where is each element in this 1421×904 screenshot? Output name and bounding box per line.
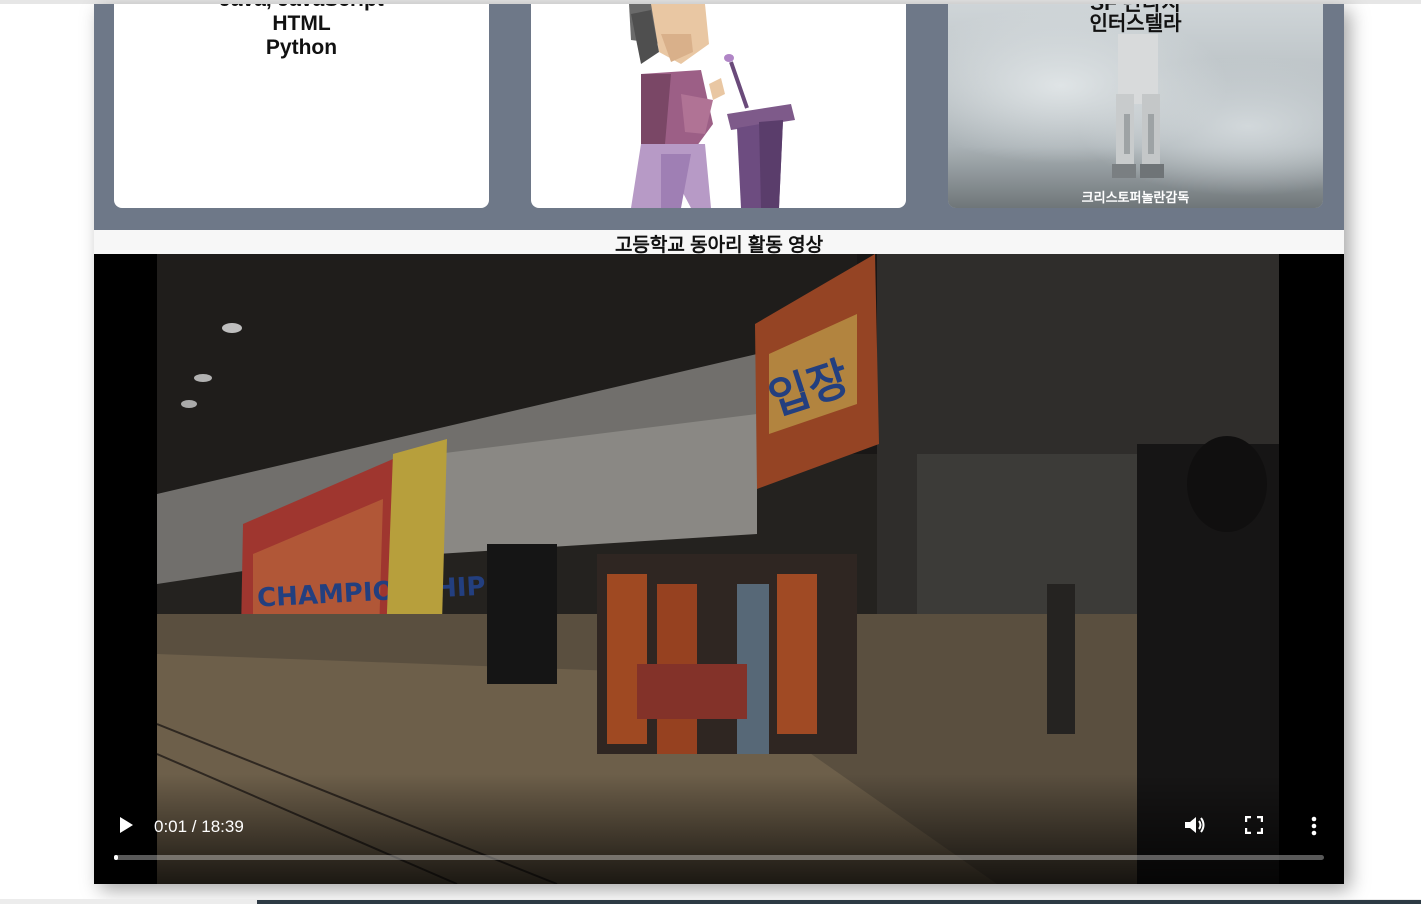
time-display: 0:01 / 18:39 bbox=[154, 817, 244, 836]
volume-icon[interactable] bbox=[1184, 815, 1206, 835]
more-options-icon[interactable] bbox=[1306, 815, 1322, 837]
progress-bar[interactable] bbox=[114, 855, 1324, 860]
fullscreen-icon[interactable] bbox=[1245, 816, 1263, 834]
bottom-bar bbox=[257, 900, 1421, 904]
video-title: 고등학교 동아리 활동 영상 bbox=[614, 235, 824, 256]
interstellar-card[interactable]: SF 판타지 인터스텔라 크리스토퍼놀란감독 bbox=[948, 4, 1323, 208]
card-band: Java, JavaScript HTML Python bbox=[94, 4, 1344, 230]
speaker-illustration bbox=[629, 4, 795, 208]
skills-line: Java, JavaScript bbox=[114, 4, 489, 12]
speaker-card[interactable] bbox=[531, 4, 906, 208]
skills-line: HTML bbox=[272, 12, 331, 35]
movie-title: 인터스텔라 bbox=[1089, 13, 1182, 35]
astronaut-figure bbox=[1112, 34, 1164, 178]
page-container: Java, JavaScript HTML Python bbox=[94, 4, 1344, 884]
progress-fill bbox=[114, 855, 118, 860]
video-player[interactable]: 입장 CHAMPIONSHIPS 0:01 / 18:39 bbox=[94, 254, 1344, 884]
skills-line: Python bbox=[265, 36, 338, 59]
director-credit: 크리스토퍼놀란감독 bbox=[1081, 190, 1190, 205]
play-icon[interactable] bbox=[118, 816, 134, 834]
skills-card[interactable]: Java, JavaScript HTML Python bbox=[114, 4, 489, 208]
controls-overlay bbox=[94, 774, 1344, 884]
